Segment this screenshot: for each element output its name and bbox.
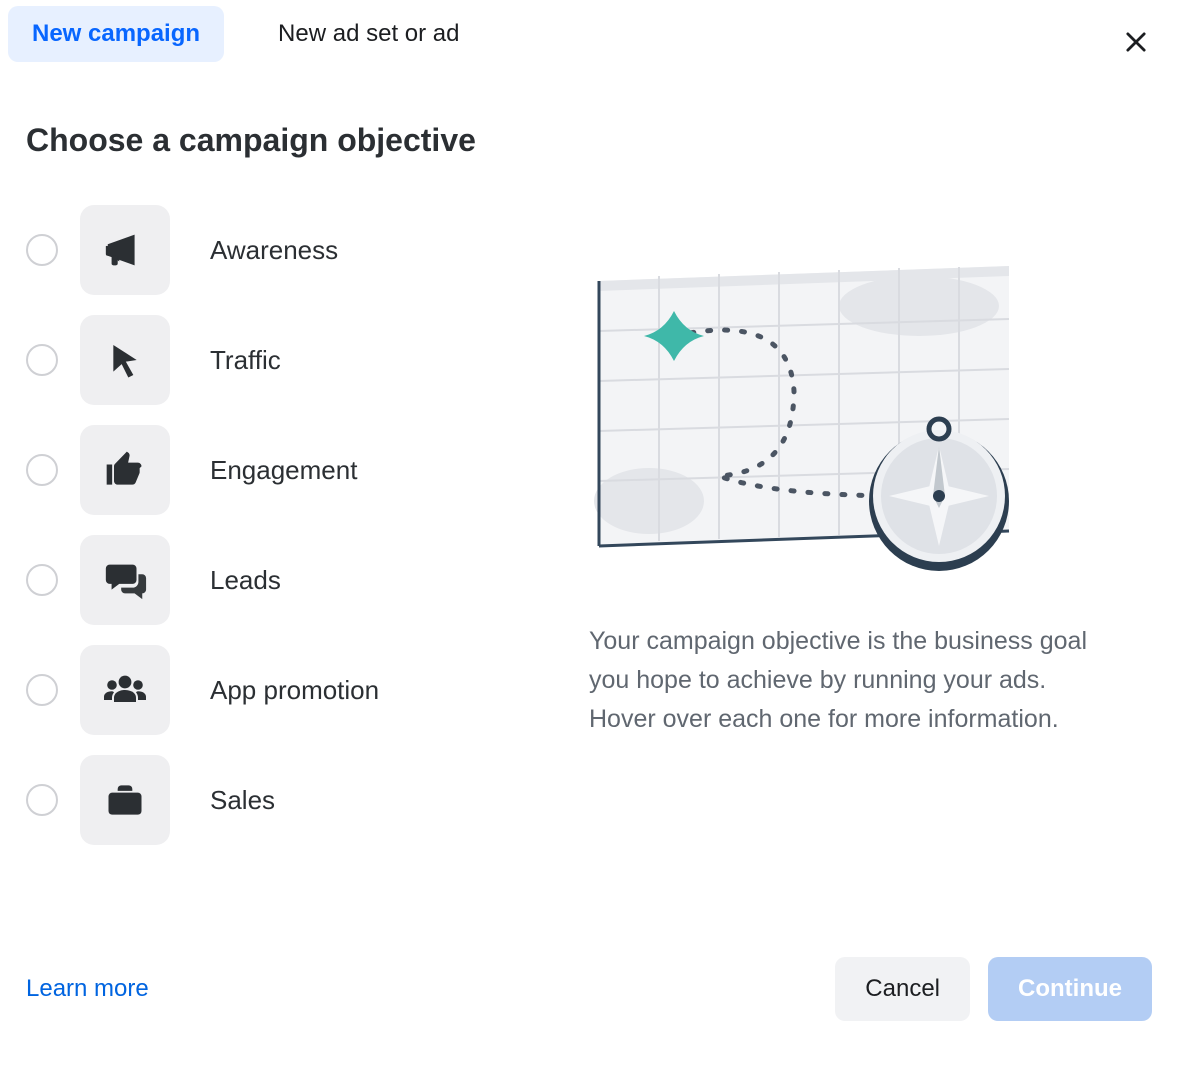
icon-box <box>80 425 170 515</box>
objective-label: Traffic <box>210 345 281 376</box>
close-icon <box>1122 28 1150 56</box>
objective-sales[interactable]: Sales <box>26 755 589 845</box>
tab-new-campaign[interactable]: New campaign <box>8 6 224 62</box>
briefcase-icon <box>103 778 147 822</box>
icon-box <box>80 645 170 735</box>
cursor-icon <box>105 340 145 380</box>
tab-new-ad-set-or-ad[interactable]: New ad set or ad <box>254 6 483 62</box>
icon-box <box>80 205 170 295</box>
radio-engagement[interactable] <box>26 454 58 486</box>
objective-label: Sales <box>210 785 275 816</box>
page-title: Choose a campaign objective <box>26 122 1178 159</box>
info-column: Your campaign objective is the business … <box>589 205 1152 845</box>
objective-label: Engagement <box>210 455 357 486</box>
megaphone-icon <box>102 227 148 273</box>
objective-label: App promotion <box>210 675 379 706</box>
radio-traffic[interactable] <box>26 344 58 376</box>
radio-awareness[interactable] <box>26 234 58 266</box>
icon-box <box>80 535 170 625</box>
radio-sales[interactable] <box>26 784 58 816</box>
thumbs-up-icon <box>103 448 147 492</box>
people-icon <box>101 666 149 714</box>
objective-traffic[interactable]: Traffic <box>26 315 589 405</box>
close-button[interactable] <box>1122 28 1150 61</box>
continue-button[interactable]: Continue <box>988 957 1152 1021</box>
modal-tabs: New campaign New ad set or ad <box>0 0 1178 68</box>
objective-column: Awareness Traffic Engagement <box>26 205 589 845</box>
radio-leads[interactable] <box>26 564 58 596</box>
modal-footer: Learn more Cancel Continue <box>26 957 1152 1021</box>
objective-leads[interactable]: Leads <box>26 535 589 625</box>
objective-list: Awareness Traffic Engagement <box>26 205 589 845</box>
objective-description: Your campaign objective is the business … <box>589 622 1089 738</box>
objective-engagement[interactable]: Engagement <box>26 425 589 515</box>
icon-box <box>80 315 170 405</box>
radio-app-promotion[interactable] <box>26 674 58 706</box>
content: Awareness Traffic Engagement <box>0 205 1178 845</box>
objective-app-promotion[interactable]: App promotion <box>26 645 589 735</box>
objective-label: Awareness <box>210 235 338 266</box>
map-compass-illustration <box>589 251 1019 571</box>
learn-more-link[interactable]: Learn more <box>26 975 149 1003</box>
objective-label: Leads <box>210 565 281 596</box>
objective-awareness[interactable]: Awareness <box>26 205 589 295</box>
icon-box <box>80 755 170 845</box>
cancel-button[interactable]: Cancel <box>835 957 970 1021</box>
speech-bubbles-icon <box>102 557 148 603</box>
